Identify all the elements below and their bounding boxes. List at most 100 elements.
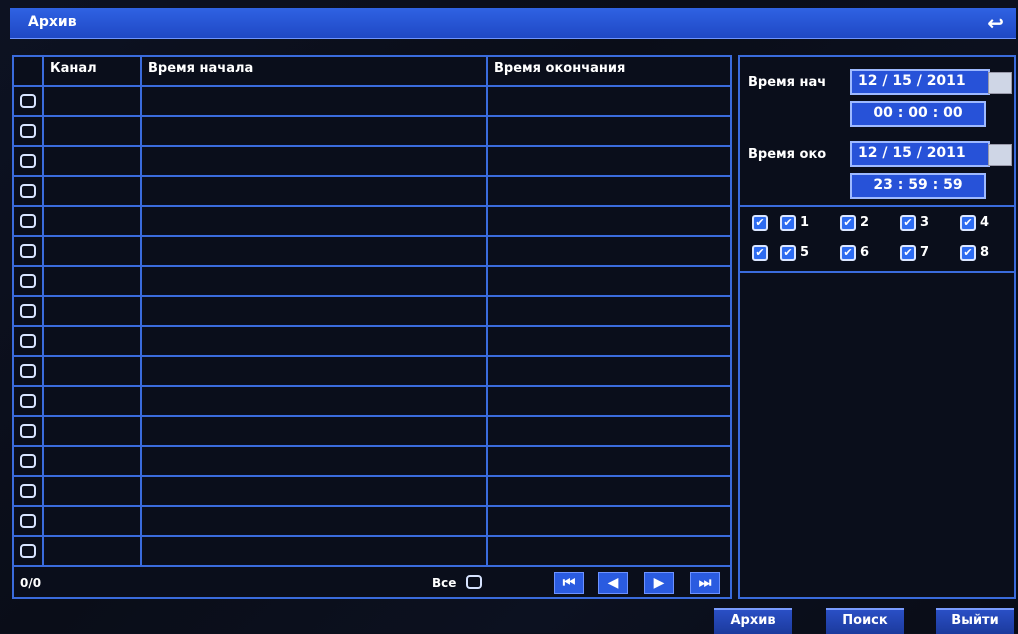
- last-page-button[interactable]: ⏭: [690, 572, 720, 594]
- row-select-cell: [14, 327, 44, 355]
- start-calendar-icon[interactable]: [988, 72, 1012, 94]
- row-select-cell: [14, 297, 44, 325]
- prev-page-button[interactable]: ◀: [598, 572, 628, 594]
- channel-cell: [44, 447, 142, 475]
- table-row[interactable]: [14, 87, 730, 117]
- all-channels-checkbox-2[interactable]: ✔: [752, 245, 768, 261]
- channel-cell: [44, 537, 142, 565]
- row-checkbox[interactable]: [20, 274, 36, 288]
- row-checkbox[interactable]: [20, 214, 36, 228]
- channel-checkbox[interactable]: ✔: [780, 245, 796, 261]
- table-row[interactable]: [14, 447, 730, 477]
- archive-button[interactable]: Архив: [714, 608, 792, 634]
- header-end-time: Время окончания: [494, 61, 626, 76]
- row-select-cell: [14, 147, 44, 175]
- table-row[interactable]: [14, 417, 730, 447]
- channel-checkbox[interactable]: ✔: [960, 245, 976, 261]
- search-button[interactable]: Поиск: [826, 608, 904, 634]
- start-time-field[interactable]: 00 : 00 : 00: [850, 101, 986, 127]
- table-row[interactable]: [14, 387, 730, 417]
- channel-cell: [44, 117, 142, 145]
- table-row[interactable]: [14, 297, 730, 327]
- end-time-cell: [488, 507, 730, 535]
- table-footer: 0/0 Все ⏮ ◀ ▶ ⏭: [14, 571, 730, 597]
- table-row[interactable]: [14, 537, 730, 567]
- channel-checkbox[interactable]: ✔: [780, 215, 796, 231]
- row-checkbox[interactable]: [20, 394, 36, 408]
- recordings-table: Канал Время начала Время окончания 0/0 В…: [12, 55, 732, 599]
- start-time-cell: [142, 507, 488, 535]
- channel-label: 1: [800, 215, 810, 230]
- back-icon[interactable]: ↩: [987, 11, 1004, 35]
- row-checkbox[interactable]: [20, 364, 36, 378]
- start-time-cell: [142, 417, 488, 445]
- table-row[interactable]: [14, 147, 730, 177]
- end-time-cell: [488, 87, 730, 115]
- table-row[interactable]: [14, 237, 730, 267]
- row-checkbox[interactable]: [20, 94, 36, 108]
- next-page-button[interactable]: ▶: [644, 572, 674, 594]
- row-checkbox[interactable]: [20, 424, 36, 438]
- channel-cell: [44, 267, 142, 295]
- start-time-cell: [142, 87, 488, 115]
- row-checkbox[interactable]: [20, 184, 36, 198]
- row-checkbox[interactable]: [20, 304, 36, 318]
- table-row[interactable]: [14, 327, 730, 357]
- row-checkbox[interactable]: [20, 514, 36, 528]
- row-checkbox[interactable]: [20, 124, 36, 138]
- end-time-cell: [488, 387, 730, 415]
- channel-checkbox[interactable]: ✔: [900, 245, 916, 261]
- end-time-field[interactable]: 23 : 59 : 59: [850, 173, 986, 199]
- row-checkbox[interactable]: [20, 544, 36, 558]
- row-checkbox[interactable]: [20, 154, 36, 168]
- table-row[interactable]: [14, 507, 730, 537]
- channel-label: 8: [980, 245, 990, 260]
- channel-checkbox[interactable]: ✔: [900, 215, 916, 231]
- row-checkbox[interactable]: [20, 484, 36, 498]
- select-all-checkbox[interactable]: [466, 575, 482, 589]
- end-time-cell: [488, 267, 730, 295]
- row-checkbox[interactable]: [20, 244, 36, 258]
- row-checkbox[interactable]: [20, 334, 36, 348]
- screen: Архив ↩ Канал Время начала Время окончан…: [0, 0, 1018, 634]
- channel-cell: [44, 477, 142, 505]
- channel-checkbox[interactable]: ✔: [840, 245, 856, 261]
- table-row[interactable]: [14, 357, 730, 387]
- channel-cell: [44, 297, 142, 325]
- start-time-cell: [142, 327, 488, 355]
- start-date-field[interactable]: 12 / 15 / 2011: [850, 69, 990, 95]
- divider: [740, 205, 1014, 207]
- channel-checkbox[interactable]: ✔: [840, 215, 856, 231]
- channel-cell: [44, 327, 142, 355]
- row-select-cell: [14, 207, 44, 235]
- channel-checkbox[interactable]: ✔: [960, 215, 976, 231]
- row-checkbox[interactable]: [20, 454, 36, 468]
- table-row[interactable]: [14, 267, 730, 297]
- channel-cell: [44, 177, 142, 205]
- end-time-cell: [488, 147, 730, 175]
- row-select-cell: [14, 417, 44, 445]
- start-time-cell: [142, 177, 488, 205]
- table-row[interactable]: [14, 477, 730, 507]
- record-count: 0/0: [20, 576, 42, 590]
- table-row[interactable]: [14, 207, 730, 237]
- channel-cell: [44, 357, 142, 385]
- row-select-cell: [14, 387, 44, 415]
- start-time-cell: [142, 357, 488, 385]
- start-time-cell: [142, 447, 488, 475]
- table-row[interactable]: [14, 117, 730, 147]
- end-time-cell: [488, 357, 730, 385]
- first-page-button[interactable]: ⏮: [554, 572, 584, 594]
- title-bar: Архив ↩: [10, 8, 1016, 39]
- row-select-cell: [14, 357, 44, 385]
- end-time-cell: [488, 537, 730, 565]
- end-time-cell: [488, 177, 730, 205]
- table-row[interactable]: [14, 177, 730, 207]
- exit-button[interactable]: Выйти: [936, 608, 1014, 634]
- end-calendar-icon[interactable]: [988, 144, 1012, 166]
- start-time-cell: [142, 117, 488, 145]
- channel-cell: [44, 207, 142, 235]
- end-date-field[interactable]: 12 / 15 / 2011: [850, 141, 990, 167]
- end-time-cell: [488, 447, 730, 475]
- all-channels-checkbox[interactable]: ✔: [752, 215, 768, 231]
